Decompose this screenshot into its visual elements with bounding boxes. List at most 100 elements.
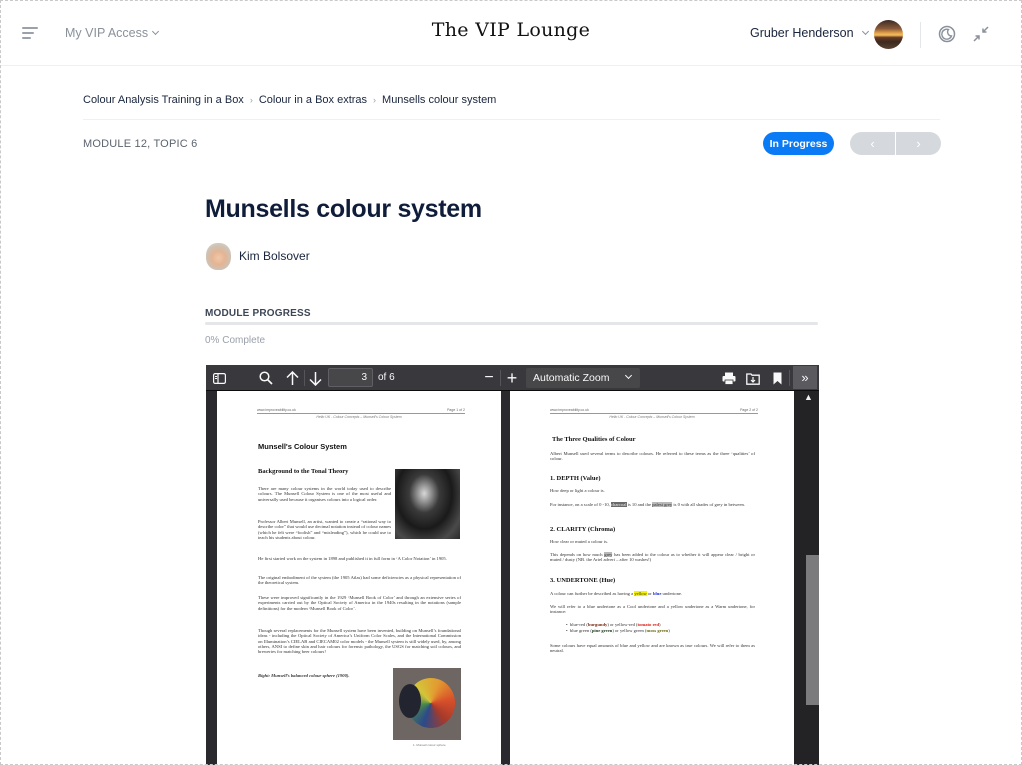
breadcrumb: Colour Analysis Training in a Box › Colo…: [83, 94, 496, 106]
highlight-palest-grey: palest grey: [652, 502, 673, 507]
zoom-select[interactable]: Automatic Zoom: [526, 368, 640, 388]
zoom-out-button[interactable]: −: [482, 369, 496, 387]
text-moss-green: moss green: [646, 628, 669, 633]
topic-pager: ‹ ›: [850, 132, 941, 155]
pdf-paragraph: How deep or light a colour is.: [550, 488, 605, 493]
text-run: ) or yellow-red (: [607, 622, 638, 627]
user-menu-dropdown[interactable]: Gruber Henderson: [750, 26, 869, 40]
module-progress-bar: [205, 322, 818, 325]
site-logo[interactable]: The VIP Lounge: [0, 19, 1022, 41]
chevron-down-icon: [861, 27, 869, 36]
breadcrumb-item-topic[interactable]: Munsells colour system: [382, 94, 496, 106]
pdf-paragraph: These were improved significantly in the…: [258, 595, 461, 611]
text-run: blue-red (: [569, 622, 588, 627]
toolbar-separator: [789, 370, 790, 386]
text-run: A colour can further be described as hav…: [550, 591, 635, 596]
divider: [83, 119, 940, 120]
colour-sphere-image: [393, 668, 461, 740]
module-progress-text: 0% Complete: [205, 335, 266, 346]
header-divider: [920, 22, 921, 48]
tools-menu-button[interactable]: »: [793, 366, 817, 389]
text-burgundy: burgundy: [587, 622, 608, 627]
pdf-page: www.improveability.co.uk Page 2 of 2 Hel…: [510, 391, 794, 765]
pdf-paragraph: Albert Munsell used several terms to des…: [550, 451, 755, 462]
pdf-paragraph: Though several replacements for the Muns…: [258, 628, 461, 655]
author-avatar: [206, 243, 231, 270]
chevron-down-icon: [624, 371, 633, 380]
pdf-page-header: www.improveability.co.uk Page 1 of 2: [257, 408, 465, 414]
munsell-portrait-image: [395, 469, 460, 539]
pdf-section-heading: 3. UNDERTONE (Hue): [550, 577, 616, 584]
pdf-section-heading: 1. DEPTH (Value): [550, 475, 601, 482]
author-name[interactable]: Kim Bolsover: [239, 249, 310, 263]
pdf-paragraph: Some colours have equal amounts of blue …: [550, 643, 755, 654]
pdf-page-subheader: Hello UK - Colour Concepts – Munsell's C…: [316, 415, 402, 419]
breadcrumb-item-course[interactable]: Colour Analysis Training in a Box: [83, 94, 244, 106]
highlight-yellow: yellow: [634, 591, 647, 596]
print-icon[interactable]: [721, 369, 737, 387]
pdf-page-subheader: Hello UK - Colour Concepts – Munsell's C…: [609, 415, 695, 419]
pdf-section-heading: 2. CLARITY (Chroma): [550, 526, 616, 533]
status-badge[interactable]: In Progress: [763, 132, 834, 155]
text-run: ) or yellow green (: [612, 628, 647, 633]
zoom-select-value: Automatic Zoom: [533, 372, 610, 384]
open-file-icon[interactable]: [745, 369, 761, 387]
pdf-document-area[interactable]: www.improveability.co.uk Page 1 of 2 Hel…: [206, 391, 819, 765]
pdf-scrollbar-thumb[interactable]: [806, 555, 819, 705]
breadcrumb-separator: ›: [373, 95, 377, 105]
pdf-section-heading: Background to the Tonal Theory: [258, 468, 349, 475]
pdf-paragraph: We will refer to a blue undertone as a C…: [550, 604, 755, 615]
pdf-page-header: www.improveability.co.uk Page 2 of 2: [550, 408, 758, 414]
pdf-page-title: Munsell's Colour System: [258, 442, 347, 451]
image-caption: 1. Munsell colour sphere: [413, 743, 446, 747]
user-name: Gruber Henderson: [750, 26, 854, 40]
text-run: ): [659, 622, 661, 627]
arrow-down-icon[interactable]: [307, 369, 323, 387]
breadcrumb-separator: ›: [249, 95, 253, 105]
user-avatar[interactable]: [874, 20, 903, 49]
page-header-url: www.improveability.co.uk: [550, 408, 589, 412]
text-run: is 10 and the: [626, 502, 653, 507]
text-run: blue green (: [569, 628, 592, 633]
pdf-paragraph: Professor Albert Munsell, an artist, wan…: [258, 519, 391, 540]
pdf-page: www.improveability.co.uk Page 1 of 2 Hel…: [217, 391, 501, 765]
pdf-paragraph: There are many colour systems in the wor…: [258, 486, 391, 502]
moon-icon[interactable]: [938, 25, 956, 43]
pdf-paragraph: For instance, on a scale of 0 -10, charc…: [550, 502, 755, 507]
pdf-paragraph: A colour can further be described as hav…: [550, 591, 755, 596]
zoom-in-button[interactable]: +: [505, 368, 519, 388]
sidebar-toggle-icon[interactable]: [212, 369, 226, 387]
page-number-input[interactable]: [328, 368, 373, 387]
breadcrumb-item-lesson[interactable]: Colour in a Box extras: [259, 94, 367, 106]
pdf-paragraph: He first started work on the system in 1…: [258, 556, 447, 561]
pdf-paragraph: How clear or muted a colour is.: [550, 539, 609, 544]
text-pine-green: pine green: [591, 628, 613, 633]
pdf-toolbar: of 6 − + Automatic Zoom »: [206, 365, 819, 391]
bookmark-icon[interactable]: [771, 369, 783, 387]
text-run: For instance, on a scale of 0 -10,: [550, 502, 611, 507]
scroll-up-arrow-icon[interactable]: ▲: [804, 392, 813, 402]
pdf-bullet-item: • blue green (pine green) or yellow gree…: [566, 628, 670, 633]
pdf-viewer: of 6 − + Automatic Zoom » www.improveabi…: [206, 365, 819, 765]
module-topic-label: MODULE 12, TOPIC 6: [83, 138, 198, 150]
module-progress-label: MODULE PROGRESS: [205, 308, 311, 319]
page-header-number: Page 1 of 2: [447, 408, 465, 412]
toolbar-separator: [304, 370, 305, 386]
next-topic-button[interactable]: ›: [896, 132, 941, 155]
text-run: undertone.: [661, 591, 683, 596]
search-icon[interactable]: [258, 369, 274, 387]
top-header: My VIP Access The VIP Lounge Gruber Hend…: [0, 0, 1022, 66]
toolbar-separator: [500, 370, 501, 386]
pdf-caption: Right: Munsell’s balanced colour sphere …: [258, 673, 350, 678]
previous-topic-button[interactable]: ‹: [850, 132, 896, 155]
page-header-number: Page 2 of 2: [740, 408, 758, 412]
page-count-label: of 6: [378, 372, 395, 383]
text-run: This depends on how much: [550, 552, 605, 557]
arrow-up-icon[interactable]: [284, 369, 300, 387]
page-title: Munsells colour system: [205, 195, 482, 223]
pdf-paragraph: The original embodiment of the system (t…: [258, 575, 461, 586]
pdf-paragraph: This depends on how much grey has been a…: [550, 552, 755, 563]
text-run: is 0 with all shades of grey in between.: [672, 502, 745, 507]
collapse-arrows-icon[interactable]: [972, 25, 990, 43]
text-run: ): [668, 628, 670, 633]
